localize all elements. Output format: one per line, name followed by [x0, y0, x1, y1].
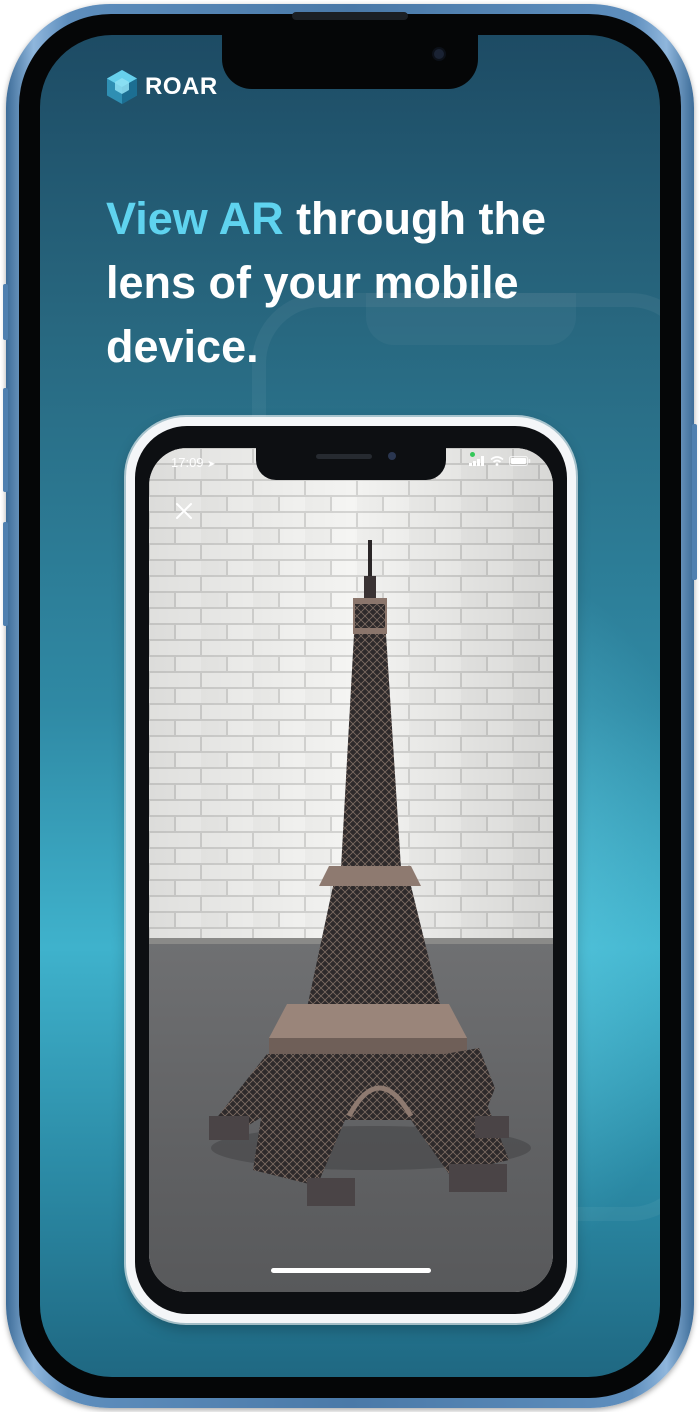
brand-name: ROAR — [145, 73, 218, 100]
ar-preview-phone: 17:09 ➤ — [126, 417, 576, 1323]
headline-accent: View AR — [106, 193, 284, 244]
status-time: 17:09 ➤ — [171, 455, 216, 470]
ar-preview-speaker — [316, 454, 372, 459]
ar-preview-camera — [388, 452, 396, 460]
home-indicator[interactable] — [271, 1268, 431, 1273]
volume-up-button — [3, 388, 8, 492]
speaker-grille — [292, 12, 408, 20]
headline: View AR through the lens of your mobile … — [106, 187, 606, 379]
app-screen: ROAR View AR through the lens of your mo… — [40, 35, 660, 1377]
status-icons — [469, 456, 531, 466]
ar-preview-notch — [256, 448, 446, 480]
close-button[interactable] — [171, 498, 197, 524]
close-icon — [176, 503, 192, 519]
battery-icon — [509, 456, 531, 466]
device-notch — [222, 35, 478, 89]
power-button — [692, 424, 697, 580]
volume-down-button — [3, 522, 8, 626]
front-camera — [434, 49, 444, 59]
silent-switch — [3, 284, 8, 340]
cellular-signal-icon — [469, 456, 484, 466]
location-arrow-icon: ➤ — [207, 459, 216, 470]
hexagon-cube-icon — [107, 70, 137, 104]
brand-logo: ROAR — [105, 68, 218, 106]
ar-camera-view: 17:09 ➤ — [149, 448, 553, 1292]
wifi-icon — [490, 456, 504, 466]
eiffel-tower-model — [209, 540, 531, 1206]
status-time-text: 17:09 — [171, 455, 204, 470]
